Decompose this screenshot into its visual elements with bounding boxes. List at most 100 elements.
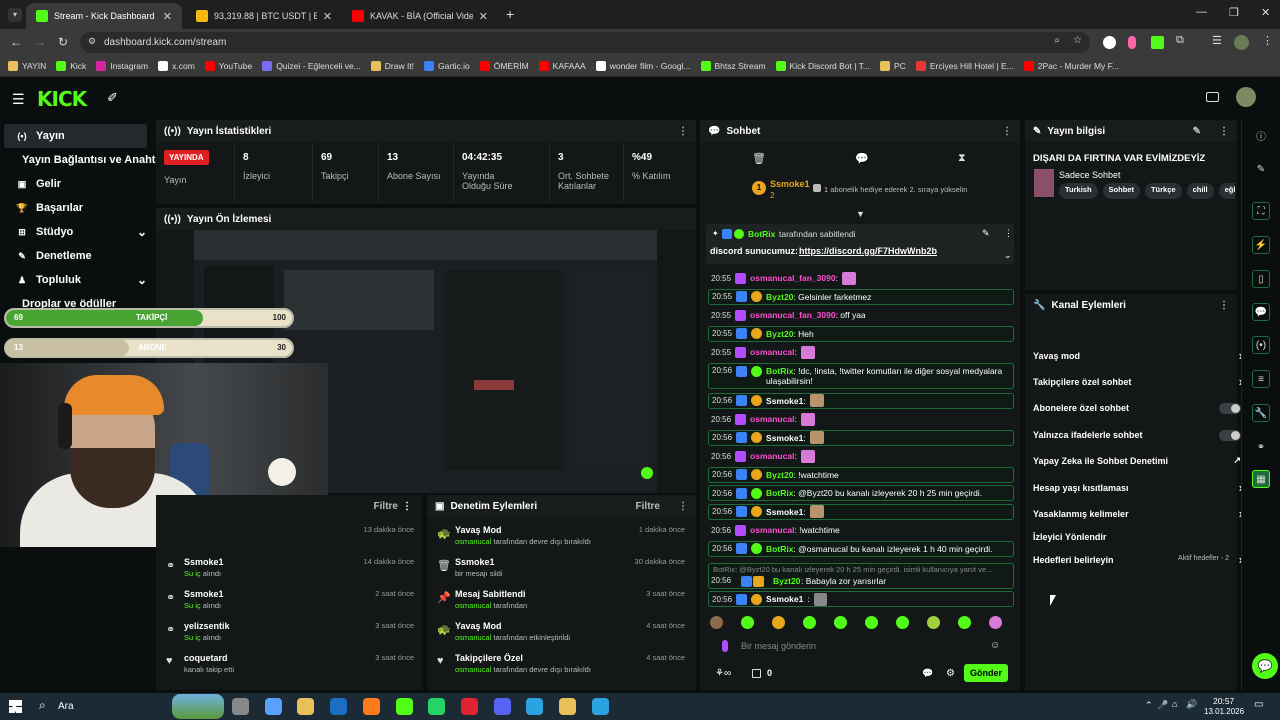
mod-action-item[interactable]: 📌 Mesaj Sabitlendi osmanucal tarafından 3 s… [435, 589, 685, 619]
mod-action-item[interactable]: 🐢 Yavaş Mod osmanucal tarafından devre dış… [435, 525, 685, 555]
more-icon[interactable]: ⋮ [678, 501, 688, 512]
chat-username[interactable]: osmanucal_fan_3090 [750, 310, 836, 320]
chat-username[interactable]: osmanucal [750, 451, 794, 461]
mod-action-user[interactable]: osmanucal [455, 633, 491, 642]
chat-line[interactable]: 20:56 osmanucal: [708, 411, 1014, 427]
wifi-tray-icon[interactable]: ⌂ [1172, 699, 1177, 709]
outlook-icon[interactable] [330, 698, 348, 715]
tab-close-icon[interactable]: ✕ [479, 10, 488, 23]
mod-action-item[interactable]: ♥ Takipçilere Özel osmanucal tarafından de… [435, 653, 685, 683]
hourglass-icon[interactable]: ⧗ [958, 152, 966, 165]
reading-list-icon[interactable]: ☰ [1212, 34, 1222, 47]
sidebar-item[interactable]: ▣ Gelir [4, 172, 147, 196]
more-icon[interactable]: ⋮ [1219, 126, 1229, 137]
channel-action-item[interactable]: İzleyici Yönlendir [1033, 527, 1233, 547]
chat-line[interactable]: 20:56 BotRix: !dc, !insta, !twitter komut… [708, 362, 1014, 389]
chat-line[interactable]: 20:56 Ssmoke1: [708, 392, 1014, 409]
chat-line[interactable]: 20:55 Byzt20: Heh [708, 325, 1014, 342]
pinned-by-user[interactable]: BotRix [748, 229, 775, 239]
chat-username[interactable]: osmanucal [750, 525, 794, 535]
gift-box-icon[interactable] [752, 669, 761, 678]
discord-icon[interactable] [493, 698, 511, 715]
bookmark-item[interactable]: ÖMERİM [479, 61, 529, 71]
tag-chip[interactable]: eğlen [1218, 183, 1235, 199]
category-name[interactable]: Sadece Sohbet [1059, 170, 1121, 180]
emote-button[interactable] [741, 616, 754, 629]
close-window-button[interactable]: ✕ [1261, 6, 1270, 19]
chat-line[interactable]: 20:56 Ssmoke1 : [708, 591, 1014, 607]
extensions-puzzle-icon[interactable]: ⧉ [1176, 34, 1184, 47]
sidebar-item[interactable]: Yayın Bağlantısı ve Anahtarı [4, 148, 169, 172]
bookmark-item[interactable]: Quizei - Eğlenceli ve... [262, 61, 361, 71]
clock-date[interactable]: 13.01.2026 [1204, 707, 1244, 716]
bookmark-item[interactable]: Gartic.io [424, 61, 470, 71]
broadcast-icon[interactable]: (•) [1252, 336, 1270, 354]
lightning-icon[interactable]: ⚡ [1252, 236, 1270, 254]
chrome-active-icon[interactable] [559, 698, 576, 715]
trash-icon[interactable]: 🗑 [752, 152, 766, 165]
channel-action-item[interactable]: Takipçilere özel sohbet› [1033, 372, 1243, 392]
chat-username[interactable]: Byzt20 [766, 329, 793, 339]
tag-chip[interactable]: Türkçe [1144, 183, 1182, 199]
weather-widget[interactable] [172, 694, 224, 719]
bookmark-item[interactable]: x.com [158, 61, 195, 71]
clock-time[interactable]: 20:57 [1213, 696, 1234, 706]
emote-button[interactable] [772, 616, 785, 629]
chat-line[interactable]: 20:56 BotRix: @Byzt20 bu kanalı izleyerek… [708, 485, 1014, 501]
activity-item[interactable]: 13 dakika önce [164, 525, 414, 555]
chat-line[interactable]: 20:56 osmanucal: [708, 448, 1014, 464]
mic-icon[interactable] [722, 640, 728, 652]
chat-username[interactable]: Byzt20 [766, 470, 793, 480]
pinned-message[interactable]: ✦ BotRix tarafından sabitlendi ✎ ⋮ disco… [706, 224, 1014, 264]
activity-username[interactable]: Ssmoke1 [184, 557, 224, 567]
extension-icon[interactable] [1128, 36, 1136, 49]
sidebar-item[interactable]: ✎ Denetleme [4, 244, 147, 268]
chat-username[interactable]: Ssmoke1 [766, 507, 803, 517]
emote-button[interactable] [710, 616, 723, 629]
chat-username[interactable]: Ssmoke1 [766, 433, 803, 443]
kick-app-icon[interactable] [395, 698, 413, 715]
more-icon[interactable]: ⋮ [1002, 126, 1012, 137]
new-tab-button[interactable]: + [506, 6, 514, 22]
windows-start-icon[interactable] [9, 700, 22, 713]
chat-username[interactable]: Byzt20 [773, 576, 800, 586]
forward-icon[interactable]: → [34, 35, 46, 49]
tab-close-icon[interactable]: ✕ [323, 10, 332, 23]
channel-action-item[interactable]: Yalnızca ifadelerle sohbet [1033, 425, 1241, 445]
tag-chip[interactable]: Turkish [1059, 183, 1098, 199]
more-icon[interactable]: ⋮ [1219, 300, 1229, 311]
chat-line[interactable]: 20:56 Ssmoke1: [708, 429, 1014, 446]
more-icon[interactable]: ⋮ [678, 126, 688, 137]
chat-line[interactable]: 20:56 Byzt20: !watchtime [708, 466, 1014, 483]
browser-tab[interactable]: KAVAK - BİA (Official Video) ✕ [342, 3, 498, 29]
mod-action-item[interactable]: 🐢 Yavaş Mod osmanucal tarafından etkinleşt… [435, 621, 685, 651]
bookmark-item[interactable]: 2Pac - Murder My F... [1023, 61, 1119, 71]
bookmark-item[interactable]: YouTube [204, 61, 252, 71]
channel-action-item[interactable]: Hedefleri belirleyinAktif hedefler - 2› [1033, 550, 1243, 570]
scroll-chevron-icon[interactable]: ▼ [856, 209, 865, 219]
tag-chip[interactable]: Sohbet [1102, 183, 1140, 199]
mod-action-user[interactable]: osmanucal [455, 601, 491, 610]
activity-filter-button[interactable]: Filtre [374, 501, 398, 512]
emote-button[interactable] [865, 616, 878, 629]
user-avatar[interactable] [1236, 87, 1256, 107]
mod-action-user[interactable]: osmanucal [455, 537, 491, 546]
address-bar[interactable]: ⚙ dashboard.kick.com/stream ⌕ ☆ [80, 32, 1090, 53]
browser-menu-icon[interactable]: ⋮ [1262, 34, 1273, 47]
maximize-button[interactable]: ❐ [1229, 6, 1239, 19]
firefox-icon[interactable] [362, 698, 380, 715]
pin-icon[interactable]: ✐ [107, 90, 118, 106]
mod-action-item[interactable]: 🗑 Ssmoke1 bir mesajı sildi 30 dakika önce [435, 557, 685, 587]
chat-username[interactable]: osmanucal [750, 414, 794, 424]
volume-tray-icon[interactable]: 🔊 [1186, 699, 1197, 710]
bookmark-item[interactable]: Bhtsz Stream [700, 61, 766, 71]
chat-bubble-icon[interactable]: 💬 [855, 152, 869, 165]
minimize-button[interactable]: — [1196, 6, 1207, 18]
browser-tab[interactable]: 93,319.88 | BTC USDT | Bitcoin t ✕ [186, 3, 342, 29]
emote-button[interactable] [989, 616, 1002, 629]
extension-icon[interactable] [1103, 36, 1116, 49]
support-chat-button[interactable]: 💬 [1252, 653, 1278, 679]
activity-username[interactable]: Ssmoke1 [184, 589, 224, 599]
sidebar-item[interactable]: ⊞ Stüdyo ⌄ [4, 220, 147, 244]
stack-icon[interactable]: ≡ [1252, 370, 1270, 388]
